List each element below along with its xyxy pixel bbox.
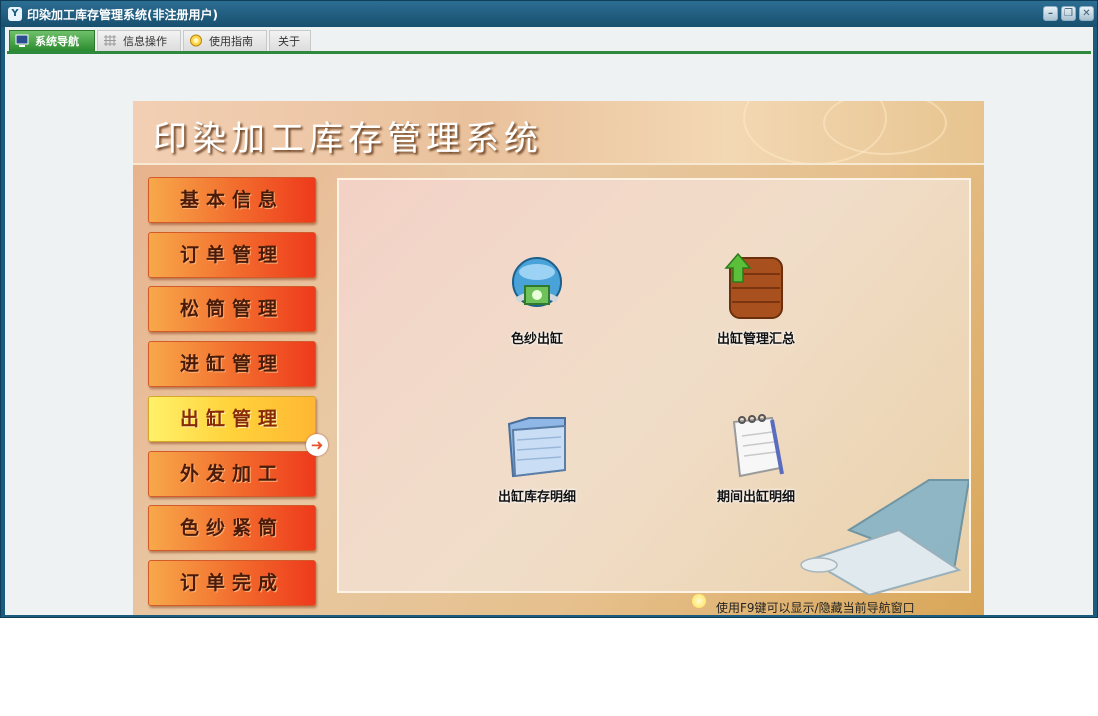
banner: 印染加工库存管理系统 <box>133 101 984 165</box>
banner-title: 印染加工库存管理系统 <box>153 119 543 159</box>
globe-network-icon <box>512 257 562 307</box>
app-logo-icon: Y <box>8 7 22 21</box>
nav-button-label: 色纱紧筒 <box>179 517 284 539</box>
nav-button-label: 松筒管理 <box>179 298 284 320</box>
hint-lightbulb-icon <box>692 594 706 608</box>
minimize-button[interactable]: – <box>1043 6 1058 21</box>
window-title: 印染加工库存管理系统(非注册用户) <box>27 8 218 22</box>
tab-info-operations[interactable]: 信息操作 <box>97 30 181 51</box>
nav-button-vat-out-management[interactable]: 出缸管理 <box>148 396 316 442</box>
lightbulb-icon <box>190 34 202 47</box>
grid-icon <box>104 35 116 46</box>
nav-button-label: 订单管理 <box>179 244 284 266</box>
function-vat-out-stock-detail[interactable]: 出缸库存明细 <box>462 410 612 520</box>
wooden-box-upload-icon <box>724 252 783 319</box>
navigation-panel: 印染加工库存管理系统 基本信息 订单管理 松筒管理 进缸管理 出缸管理 外发加工… <box>133 101 984 615</box>
restore-button[interactable]: ❐ <box>1061 6 1076 21</box>
function-label: 色纱出缸 <box>510 332 563 347</box>
tab-user-guide[interactable]: 使用指南 <box>183 30 267 51</box>
close-button[interactable]: ✕ <box>1079 6 1094 21</box>
nav-button-order-completed[interactable]: 订单完成 <box>148 560 316 606</box>
app-window: Y 印染加工库存管理系统(非注册用户) – ❐ ✕ 系统导航 信息操作 使用指南… <box>0 0 1098 618</box>
nav-button-label: 基本信息 <box>179 189 284 211</box>
minimize-icon: – <box>1048 8 1053 19</box>
tab-about[interactable]: 关于 <box>269 30 311 51</box>
banner-divider <box>133 163 984 165</box>
tab-system-navigation[interactable]: 系统导航 <box>9 30 95 51</box>
function-vat-out-summary[interactable]: 出缸管理汇总 <box>681 252 831 362</box>
nav-button-label: 出缸管理 <box>179 408 284 430</box>
laptop-illustration <box>800 479 969 595</box>
nav-button-label: 进缸管理 <box>179 353 284 375</box>
tab-label: 系统导航 <box>35 35 79 48</box>
nav-button-basic-info[interactable]: 基本信息 <box>148 177 316 223</box>
function-label: 出缸库存明细 <box>497 490 576 505</box>
active-arrow-icon: ➜ <box>306 434 328 456</box>
tab-label: 信息操作 <box>123 35 167 48</box>
monitor-icon <box>15 34 29 47</box>
folder-icon <box>507 417 566 478</box>
title-bar[interactable]: Y 印染加工库存管理系统(非注册用户) – ❐ ✕ <box>1 1 1097 27</box>
nav-button-vat-in-management[interactable]: 进缸管理 <box>148 341 316 387</box>
nav-button-loose-tube-management[interactable]: 松筒管理 <box>148 286 316 332</box>
nav-button-order-management[interactable]: 订单管理 <box>148 232 316 278</box>
function-label: 出缸管理汇总 <box>716 332 795 347</box>
footer-hint: 使用F9键可以显示/隐藏当前导航窗口 <box>716 601 915 615</box>
function-yarn-vat-out[interactable]: 色纱出缸 <box>462 252 612 362</box>
close-icon: ✕ <box>1082 8 1091 19</box>
nav-button-label: 订单完成 <box>179 572 284 594</box>
nav-button-yarn-tight-tube[interactable]: 色纱紧筒 <box>148 505 316 551</box>
tab-label: 关于 <box>278 35 300 48</box>
tab-label: 使用指南 <box>209 35 253 48</box>
function-area: 色纱出缸 出缸管理汇总 出缸库存明细 期间出缸明细 <box>337 178 971 595</box>
nav-button-label: 外发加工 <box>179 463 284 485</box>
restore-icon: ❐ <box>1064 8 1073 19</box>
client-area: 系统导航 信息操作 使用指南 关于 印染加工库存管理系统 基本信息 订单管理 松… <box>5 27 1093 615</box>
nav-button-outsourced-processing[interactable]: 外发加工 <box>148 451 316 497</box>
menu-tabs: 系统导航 信息操作 使用指南 关于 <box>5 27 1093 54</box>
toolbar-divider <box>7 51 1091 54</box>
